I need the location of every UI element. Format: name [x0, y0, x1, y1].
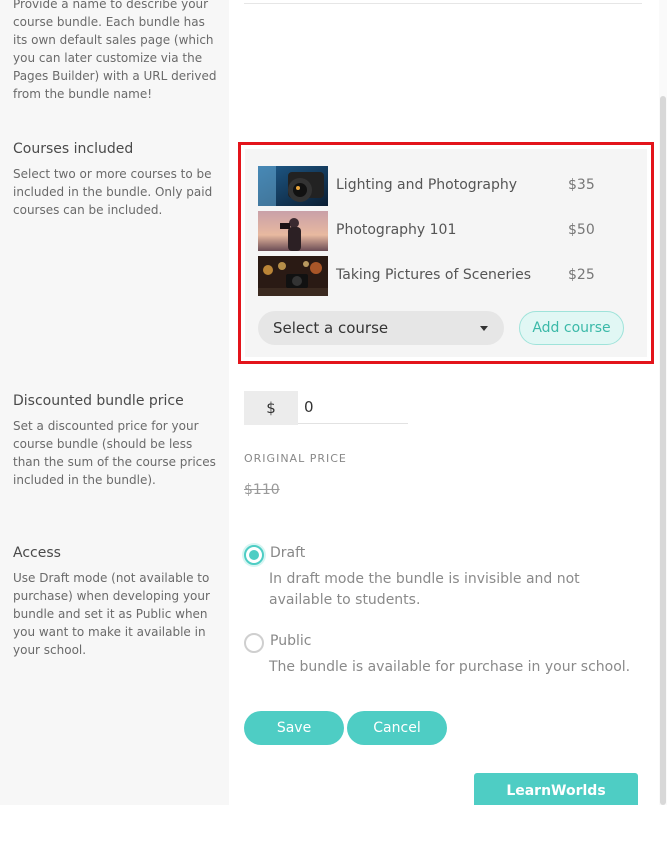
- name-section-description: Provide a name to describe your course b…: [13, 0, 217, 101]
- add-course-button[interactable]: Add course: [519, 311, 624, 345]
- course-price: $25: [568, 267, 595, 283]
- original-price-value: $110: [244, 482, 280, 498]
- scrollbar[interactable]: [659, 0, 667, 805]
- scrollbar-thumb[interactable]: [660, 96, 666, 805]
- photographer-image: [258, 211, 328, 251]
- support-button[interactable]: LearnWorlds Support: [474, 773, 638, 835]
- course-row[interactable]: Taking Pictures of Sceneries $25: [258, 256, 638, 296]
- course-row[interactable]: Photography 101 $50: [258, 211, 638, 251]
- public-radio[interactable]: [244, 633, 264, 653]
- access-section-title: Access: [13, 545, 61, 561]
- course-name: Lighting and Photography: [336, 177, 518, 193]
- course-row[interactable]: Lighting and Photography $35: [258, 166, 638, 206]
- camera-image: [258, 166, 328, 206]
- public-description: The bundle is available for purchase in …: [269, 659, 631, 675]
- draft-radio[interactable]: [244, 545, 264, 565]
- access-section-description: Use Draft mode (not available to purchas…: [13, 571, 210, 657]
- draft-description: In draft mode the bundle is invisible an…: [269, 571, 580, 608]
- courses-section-description: Select two or more courses to be include…: [13, 167, 213, 217]
- select-course-dropdown[interactable]: Select a course: [258, 311, 504, 345]
- caret-down-icon: [480, 326, 488, 331]
- original-price-label: ORIGINAL PRICE: [244, 452, 347, 465]
- draft-label[interactable]: Draft: [270, 545, 305, 561]
- course-name: Taking Pictures of Sceneries: [336, 267, 532, 283]
- courses-section-title: Courses included: [13, 141, 134, 157]
- night-scene-image: [258, 256, 328, 296]
- name-field-underline: [244, 3, 642, 4]
- currency-symbol: $: [244, 391, 298, 425]
- course-price: $35: [568, 177, 595, 193]
- select-course-label: Select a course: [273, 319, 389, 337]
- bundle-price-input[interactable]: [298, 391, 408, 424]
- courses-panel: Lighting and Photography $35 Photography…: [238, 142, 654, 364]
- price-section-title: Discounted bundle price: [13, 393, 184, 409]
- public-label[interactable]: Public: [270, 633, 311, 649]
- price-section-description: Set a discounted price for your course b…: [13, 419, 216, 487]
- save-button[interactable]: Save: [244, 711, 344, 745]
- course-name: Photography 101: [336, 222, 457, 238]
- course-price: $50: [568, 222, 595, 238]
- cancel-button[interactable]: Cancel: [347, 711, 447, 745]
